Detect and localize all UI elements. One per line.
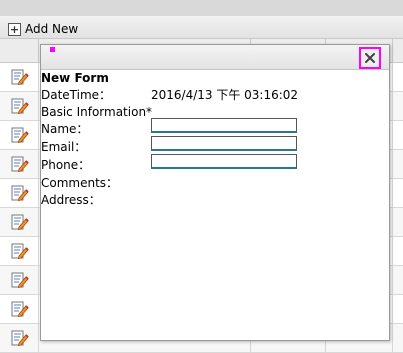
name-input[interactable] — [151, 118, 297, 133]
grid-column-divider — [392, 121, 393, 150]
datetime-value: 2016/4/13 下午 03:16:02 — [151, 88, 299, 102]
edit-icon[interactable] — [11, 127, 29, 143]
grid-column-divider — [392, 295, 393, 324]
grid-column-divider — [38, 237, 39, 266]
grid-column-divider — [392, 150, 393, 179]
title-marker — [50, 47, 55, 52]
grid-column-divider — [38, 121, 39, 150]
phone-label: Phone： — [41, 158, 91, 172]
close-icon — [365, 53, 375, 63]
section-label: Basic Information* — [41, 105, 153, 119]
grid-column-divider — [392, 237, 393, 266]
address-label: Address： — [41, 193, 101, 207]
dialog-title-bar[interactable] — [41, 45, 389, 70]
email-input[interactable] — [151, 136, 297, 151]
grid-column-divider — [38, 150, 39, 179]
grid-column-divider — [392, 63, 393, 92]
plus-icon: + — [8, 22, 21, 36]
grid-column-divider — [392, 179, 393, 208]
name-label: Name： — [41, 122, 89, 136]
grid-column-divider — [38, 179, 39, 208]
new-form-dialog: New Form DateTime： 2016/4/13 下午 03:16:02… — [40, 44, 390, 341]
comments-label: Comments： — [41, 176, 119, 190]
datetime-label: DateTime： — [41, 88, 112, 102]
toolbar: + Add New — [0, 16, 403, 39]
form-title: New Form — [41, 71, 109, 85]
edit-icon[interactable] — [11, 301, 29, 317]
edit-icon[interactable] — [11, 185, 29, 201]
grid-column-divider — [392, 208, 393, 237]
grid-column-divider — [392, 92, 393, 121]
edit-icon[interactable] — [11, 98, 29, 114]
grid-column-divider — [38, 92, 39, 121]
grid-column-divider — [392, 266, 393, 295]
top-bar — [0, 0, 403, 16]
edit-icon[interactable] — [11, 272, 29, 288]
phone-input[interactable] — [151, 154, 297, 169]
edit-icon[interactable] — [11, 156, 29, 172]
edit-icon[interactable] — [11, 214, 29, 230]
grid-column-divider — [38, 63, 39, 92]
grid-column-divider — [392, 39, 393, 62]
add-new-button[interactable]: + Add New — [8, 20, 78, 36]
edit-icon[interactable] — [11, 69, 29, 85]
dialog-content: New Form DateTime： 2016/4/13 下午 03:16:02… — [41, 70, 389, 340]
edit-icon[interactable] — [11, 243, 29, 259]
grid-column-divider — [38, 208, 39, 237]
grid-column-divider — [38, 295, 39, 324]
grid-column-divider — [38, 39, 39, 62]
edit-icon[interactable] — [11, 330, 29, 346]
close-button[interactable] — [359, 47, 381, 69]
add-new-label: Add New — [25, 22, 79, 36]
grid-column-divider — [38, 266, 39, 295]
email-label: Email： — [41, 140, 87, 154]
